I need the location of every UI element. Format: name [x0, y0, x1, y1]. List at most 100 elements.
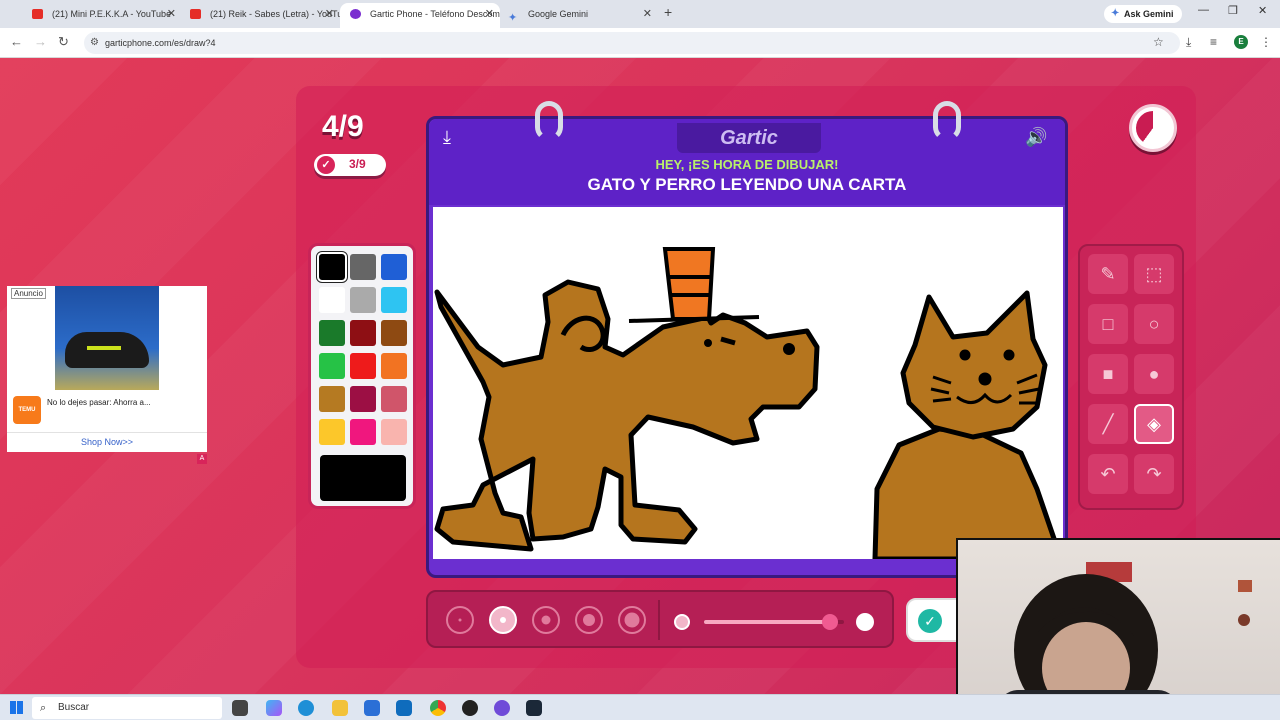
color-swatch[interactable]	[381, 320, 407, 346]
eraser-icon[interactable]: ⬚	[1134, 254, 1174, 294]
ad-choices-badge[interactable]: A	[197, 454, 207, 464]
brush-size-2[interactable]	[489, 606, 517, 634]
color-swatch[interactable]	[381, 353, 407, 379]
color-swatch[interactable]	[319, 386, 345, 412]
app-icon[interactable]	[462, 700, 478, 716]
ask-gemini-button[interactable]: ✦ Ask Gemini	[1104, 5, 1182, 23]
ellipse-filled-icon[interactable]: ●	[1134, 354, 1174, 394]
tab-reik-sabes[interactable]: (21) Reik - Sabes (Letra) - YouTube ✕	[180, 3, 340, 28]
copilot-icon[interactable]	[266, 700, 282, 716]
redo-icon[interactable]: ↷	[1134, 454, 1174, 494]
round-counter: 4/9	[322, 110, 364, 143]
ask-gemini-label: Ask Gemini	[1124, 9, 1174, 19]
color-swatch[interactable]	[319, 320, 345, 346]
color-swatch[interactable]	[350, 320, 376, 346]
ellipse-outline-icon[interactable]: ○	[1134, 304, 1174, 344]
taskbar-search[interactable]: ⌕ Buscar	[32, 697, 222, 719]
back-icon[interactable]: ←	[10, 34, 23, 49]
cat-drawing	[872, 290, 1063, 559]
close-tab-icon[interactable]: ✕	[485, 3, 494, 25]
brush-options-bar	[426, 590, 894, 648]
board-header: Gartic ⤓ 🔊 HEY, ¡ES HORA DE DIBUJAR! GAT…	[429, 119, 1065, 205]
discord-icon[interactable]	[494, 700, 510, 716]
color-swatch[interactable]	[381, 386, 407, 412]
color-swatch[interactable]	[350, 353, 376, 379]
close-tab-icon[interactable]: ✕	[325, 3, 334, 25]
binder-ring	[535, 101, 563, 141]
menu-kebab-icon[interactable]: ⋮	[1260, 35, 1272, 49]
color-swatch[interactable]	[381, 254, 407, 280]
outlook-icon[interactable]	[396, 700, 412, 716]
color-swatch[interactable]	[381, 419, 407, 445]
check-icon: ✓	[918, 609, 942, 633]
tab-mini-pekka[interactable]: (21) Mini P.E.K.K.A - YouTube ✕	[22, 3, 182, 28]
temu-logo: TEMU	[13, 396, 41, 424]
reading-list-icon[interactable]: ≡	[1210, 35, 1217, 49]
forward-icon[interactable]: →	[34, 34, 47, 49]
close-window-icon[interactable]: ✕	[1258, 4, 1267, 17]
steam-icon[interactable]	[526, 700, 542, 716]
color-swatch[interactable]	[350, 419, 376, 445]
close-tab-icon[interactable]: ✕	[167, 3, 176, 25]
bookmark-star-icon[interactable]: ☆	[1153, 35, 1164, 49]
color-swatch[interactable]	[319, 353, 345, 379]
tab-label: (21) Reik - Sabes (Letra) - YouTube	[210, 9, 340, 19]
brush-size-3[interactable]	[532, 606, 560, 634]
webcam-overlay	[956, 538, 1280, 720]
drawing-svg	[434, 247, 1063, 559]
reload-icon[interactable]: ↻	[58, 34, 69, 50]
gemini-icon: ✦	[508, 12, 518, 24]
undo-icon[interactable]: ↶	[1088, 454, 1128, 494]
tab-gartic-phone[interactable]: Gartic Phone - Teléfono Descom ✕	[340, 3, 500, 28]
line-icon[interactable]: ╱	[1088, 404, 1128, 444]
minimize-icon[interactable]: —	[1198, 4, 1209, 16]
color-swatch[interactable]	[381, 287, 407, 313]
ad-text: No lo dejes pasar: Ahorra a...	[47, 398, 151, 407]
pencil-icon[interactable]: ✎	[1088, 254, 1128, 294]
advertisement[interactable]: Anuncio TEMU No lo dejes pasar: Ahorra a…	[7, 286, 207, 464]
volume-icon[interactable]: 🔊	[1025, 127, 1047, 148]
rectangle-filled-icon[interactable]: ■	[1088, 354, 1128, 394]
brush-size-1[interactable]	[446, 606, 474, 634]
fill-bucket-icon[interactable]: ◈	[1134, 404, 1174, 444]
site-info-icon[interactable]: ⚙	[90, 32, 99, 54]
youtube-icon	[32, 9, 43, 19]
gartic-logo: Gartic	[677, 123, 821, 153]
edge-icon[interactable]	[298, 700, 314, 716]
tab-label: Google Gemini	[528, 9, 589, 19]
store-icon[interactable]	[364, 700, 380, 716]
address-toolbar: ← → ↻ ⚙ garticphone.com/es/draw?4 ☆ ⤓ ≡ …	[0, 28, 1280, 58]
players-done-count: 3/9	[349, 157, 366, 171]
address-bar[interactable]: ⚙ garticphone.com/es/draw?4	[84, 32, 1180, 54]
new-tab-icon[interactable]: +	[664, 4, 672, 20]
close-tab-icon[interactable]: ✕	[643, 3, 652, 25]
color-palette	[308, 243, 416, 509]
rectangle-outline-icon[interactable]: □	[1088, 304, 1128, 344]
windows-start-icon[interactable]	[10, 701, 23, 714]
color-swatch[interactable]	[317, 252, 347, 282]
opacity-slider-fill	[704, 620, 830, 624]
color-swatch[interactable]	[319, 287, 345, 313]
restore-icon[interactable]: ❐	[1228, 4, 1238, 17]
drawing-canvas[interactable]	[433, 207, 1063, 559]
task-view-icon[interactable]	[232, 700, 248, 716]
color-swatch[interactable]	[350, 287, 376, 313]
tab-google-gemini[interactable]: ✦ Google Gemini ✕	[498, 3, 658, 28]
color-swatch[interactable]	[319, 419, 345, 445]
profile-avatar[interactable]: E	[1234, 35, 1248, 49]
file-explorer-icon[interactable]	[332, 700, 348, 716]
bar-divider	[658, 600, 660, 640]
color-swatch[interactable]	[350, 386, 376, 412]
color-swatch[interactable]	[350, 254, 376, 280]
download-icon[interactable]: ⤓	[1186, 35, 1191, 50]
tools-panel: ✎ ⬚ □ ○ ■ ● ╱ ◈ ↶ ↷	[1078, 244, 1184, 510]
download-drawing-icon[interactable]: ⤓	[443, 127, 451, 148]
brush-size-4[interactable]	[575, 606, 603, 634]
search-icon: ⌕	[40, 702, 47, 714]
shop-now-link[interactable]: Shop Now>>	[7, 432, 207, 447]
timer-wedge	[1136, 111, 1170, 145]
brush-size-5[interactable]	[618, 606, 646, 634]
gemini-icon: ✦	[1111, 8, 1120, 19]
chrome-icon[interactable]	[430, 700, 446, 716]
opacity-slider-handle[interactable]	[822, 614, 838, 630]
